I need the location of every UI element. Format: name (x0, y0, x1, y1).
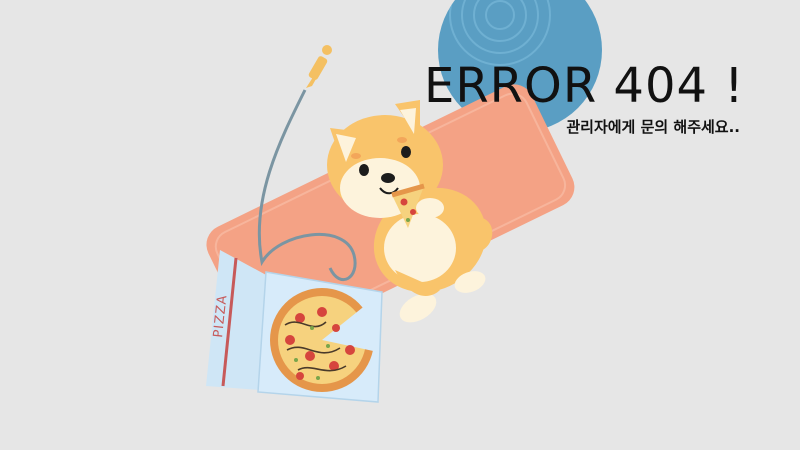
error-page: PIZZA ERROR 404 ! 관리자에게 문의 해주세요.. (0, 0, 800, 450)
error-title: ERROR 404 ! (424, 58, 745, 114)
error-message: 관리자에게 문의 해주세요.. (566, 118, 740, 136)
